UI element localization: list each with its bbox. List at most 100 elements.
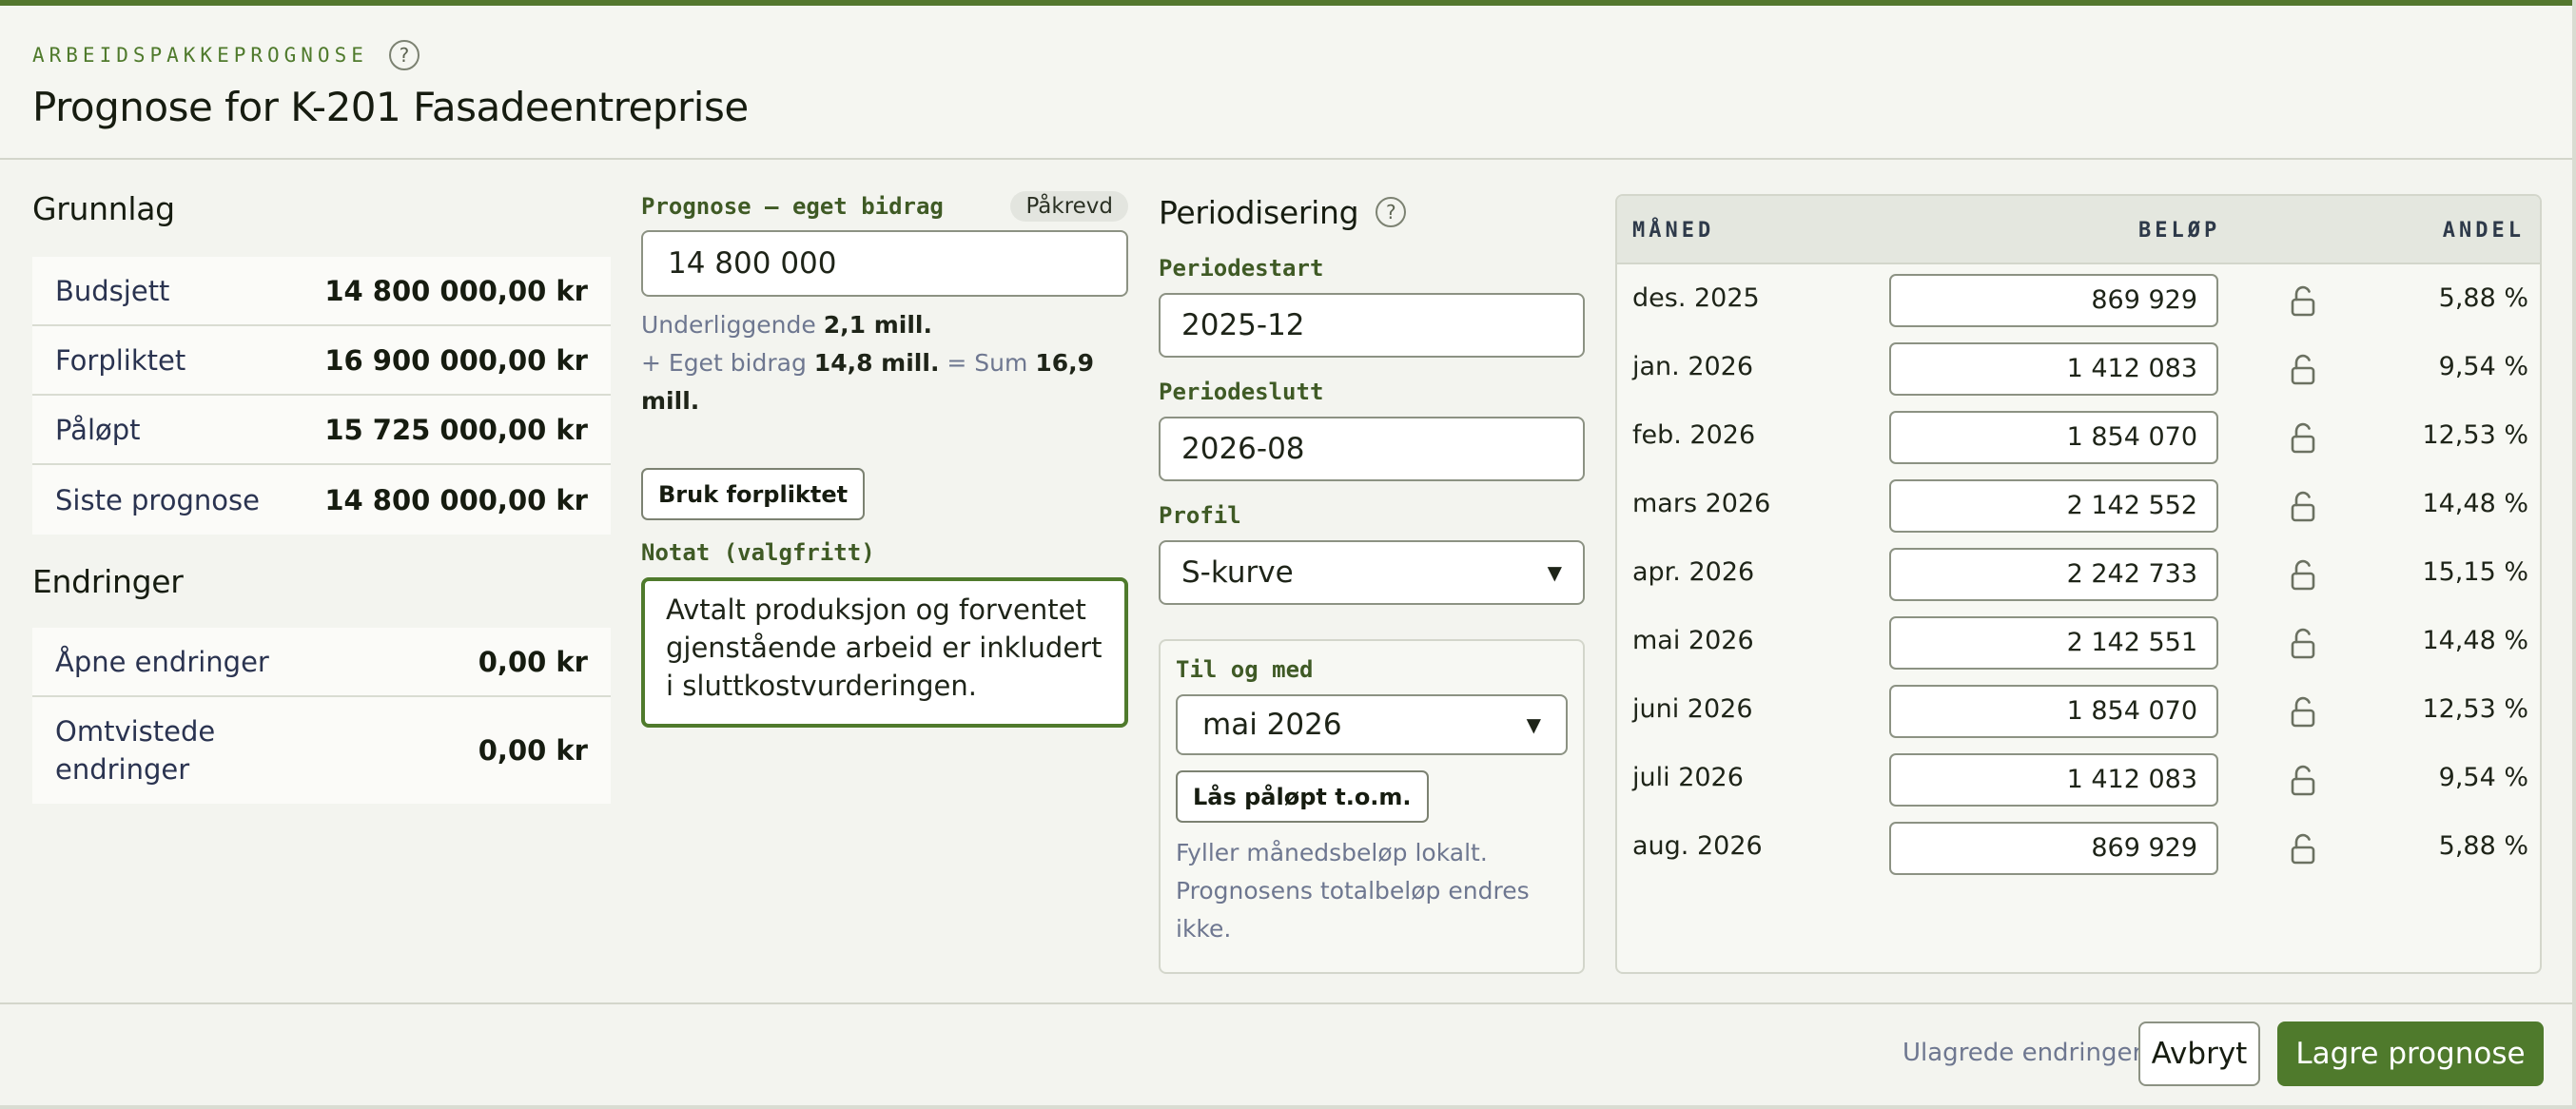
eyebrow: ARBEIDSPAKKEPROGNOSE ? <box>32 40 420 70</box>
profile-select[interactable]: S-kurve ▼ <box>1159 540 1585 605</box>
grunnlag-row: Siste prognose 14 800 000,00 kr <box>32 465 611 535</box>
unsaved-status: Ulagrede endringer <box>1903 1039 2143 1067</box>
month-cell: aug. 2026 <box>1632 831 1763 861</box>
use-committed-button[interactable]: Bruk forpliktet <box>641 468 866 520</box>
bidrag-column: Prognose – eget bidrag Påkrevd 14 800 00… <box>641 190 1128 728</box>
share-cell: 15,15 % <box>2422 557 2528 587</box>
table-row: apr. 2026 2 242 733 15,15 % <box>1617 540 2540 609</box>
frame-edge <box>0 1105 2576 1109</box>
frame-edge <box>2572 0 2576 1109</box>
share-cell: 14,48 % <box>2422 626 2528 655</box>
eget-label: + Eget bidrag <box>641 349 807 377</box>
grunnlag-row: Forpliktet 16 900 000,00 kr <box>32 326 611 396</box>
amount-input[interactable]: 1 412 083 <box>1889 342 2218 396</box>
month-cell: des. 2025 <box>1632 283 1760 313</box>
underliggende-label: Underliggende <box>641 311 816 339</box>
table-row: juni 2026 1 854 070 12,53 % <box>1617 677 2540 746</box>
amount-input[interactable]: 2 142 552 <box>1889 479 2218 533</box>
start-input[interactable]: 2025-12 <box>1159 293 1585 358</box>
grunnlag-row: Budsjett 14 800 000,00 kr <box>32 257 611 326</box>
chevron-down-icon: ▼ <box>1547 561 1562 584</box>
unlock-icon[interactable] <box>2289 491 2317 523</box>
amount-input[interactable]: 869 929 <box>1889 274 2218 327</box>
share-cell: 14,48 % <box>2422 489 2528 518</box>
endringer-row: Åpne endringer 0,00 kr <box>32 628 611 697</box>
month-cell: apr. 2026 <box>1632 557 1755 587</box>
bidrag-label: Prognose – eget bidrag <box>641 193 944 220</box>
eget-value: 14,8 mill. <box>813 349 940 377</box>
month-cell: jan. 2026 <box>1632 352 1754 381</box>
note-label: Notat (valgfritt) <box>641 539 875 566</box>
month-cell: juli 2026 <box>1632 763 1744 792</box>
unlock-icon[interactable] <box>2289 628 2317 660</box>
unlock-icon[interactable] <box>2289 833 2317 866</box>
grunnlag-value: 15 725 000,00 kr <box>324 413 588 446</box>
note-textarea[interactable]: Avtalt produksjon og forventet gjenståen… <box>641 577 1128 728</box>
col-month-header: MÅNED <box>1632 219 1715 243</box>
table-row: mai 2026 2 142 551 14,48 % <box>1617 609 2540 677</box>
endringer-value: 0,00 kr <box>478 734 588 767</box>
lock-hint: Fyller månedsbeløp lokalt. Prognosens to… <box>1176 839 1530 943</box>
table-row: aug. 2026 869 929 5,88 % <box>1617 814 2540 883</box>
unlock-icon[interactable] <box>2289 354 2317 386</box>
unlock-icon[interactable] <box>2289 559 2317 592</box>
month-cell: mars 2026 <box>1632 489 1771 518</box>
profile-value: S-kurve <box>1181 555 1294 590</box>
grunnlag-heading: Grunnlag <box>32 190 175 227</box>
col-amount-header: BELØP <box>2138 219 2221 243</box>
table-row: des. 2025 869 929 5,88 % <box>1617 266 2540 335</box>
month-cell: feb. 2026 <box>1632 420 1756 450</box>
save-button[interactable]: Lagre prognose <box>2277 1021 2544 1086</box>
table-header: MÅNED BELØP ANDEL <box>1617 196 2540 264</box>
grunnlag-row: Påløpt 15 725 000,00 kr <box>32 396 611 465</box>
unlock-icon[interactable] <box>2289 422 2317 455</box>
endringer-row: Omtvistede endringer 0,00 kr <box>32 697 611 804</box>
amount-input[interactable]: 2 242 733 <box>1889 548 2218 601</box>
table-row: feb. 2026 1 854 070 12,53 % <box>1617 403 2540 472</box>
chevron-down-icon: ▼ <box>1526 713 1541 736</box>
share-cell: 12,53 % <box>2422 694 2528 724</box>
table-row: mars 2026 2 142 552 14,48 % <box>1617 472 2540 540</box>
share-cell: 9,54 % <box>2438 763 2528 792</box>
amount-input[interactable]: 2 142 551 <box>1889 616 2218 670</box>
month-cell: juni 2026 <box>1632 694 1753 724</box>
start-label: Periodestart <box>1159 255 1324 282</box>
endringer-label: Åpne endringer <box>55 645 269 678</box>
grunnlag-label: Budsjett <box>55 274 170 307</box>
grunnlag-value: 16 900 000,00 kr <box>324 343 588 377</box>
help-icon[interactable]: ? <box>1376 197 1407 227</box>
share-cell: 5,88 % <box>2438 831 2528 861</box>
lock-accrued-button[interactable]: Lås påløpt t.o.m. <box>1176 770 1429 823</box>
periodisering-heading: Periodisering <box>1159 193 1359 231</box>
eyebrow-label: ARBEIDSPAKKEPROGNOSE <box>32 44 368 67</box>
amount-input[interactable]: 1 412 083 <box>1889 753 2218 807</box>
grunnlag-list: Budsjett 14 800 000,00 kr Forpliktet 16 … <box>32 257 611 535</box>
tom-select[interactable]: mai 2026 ▼ <box>1176 694 1568 755</box>
cancel-button[interactable]: Avbryt <box>2138 1021 2260 1086</box>
tom-label: Til og med <box>1176 656 1314 683</box>
amount-input[interactable]: 869 929 <box>1889 822 2218 875</box>
bidrag-input[interactable]: 14 800 000 <box>641 230 1128 297</box>
grunnlag-column: Grunnlag Budsjett 14 800 000,00 kr Forpl… <box>32 190 611 804</box>
share-cell: 9,54 % <box>2438 352 2528 381</box>
unlock-icon[interactable] <box>2289 285 2317 318</box>
help-icon[interactable]: ? <box>388 40 420 70</box>
unlock-icon[interactable] <box>2289 765 2317 797</box>
endringer-heading: Endringer <box>32 563 184 600</box>
underliggende-value: 2,1 mill. <box>823 311 932 339</box>
page-title: Prognose for K-201 Fasadeentreprise <box>32 84 749 130</box>
amount-input[interactable]: 1 854 070 <box>1889 411 2218 464</box>
grunnlag-label: Påløpt <box>55 413 141 446</box>
endringer-value: 0,00 kr <box>478 645 588 678</box>
grunnlag-label: Forpliktet <box>55 343 186 377</box>
end-input[interactable]: 2026-08 <box>1159 417 1585 481</box>
endringer-label: Omtvistede endringer <box>55 715 216 786</box>
table-row: juli 2026 1 412 083 9,54 % <box>1617 746 2540 814</box>
amount-input[interactable]: 1 854 070 <box>1889 685 2218 738</box>
col-share-header: ANDEL <box>2442 219 2525 243</box>
tom-value: mai 2026 <box>1202 708 1342 742</box>
endringer-list: Åpne endringer 0,00 kr Omtvistede endrin… <box>32 628 611 804</box>
unlock-icon[interactable] <box>2289 696 2317 729</box>
footer-divider <box>0 1002 2576 1004</box>
share-cell: 12,53 % <box>2422 420 2528 450</box>
